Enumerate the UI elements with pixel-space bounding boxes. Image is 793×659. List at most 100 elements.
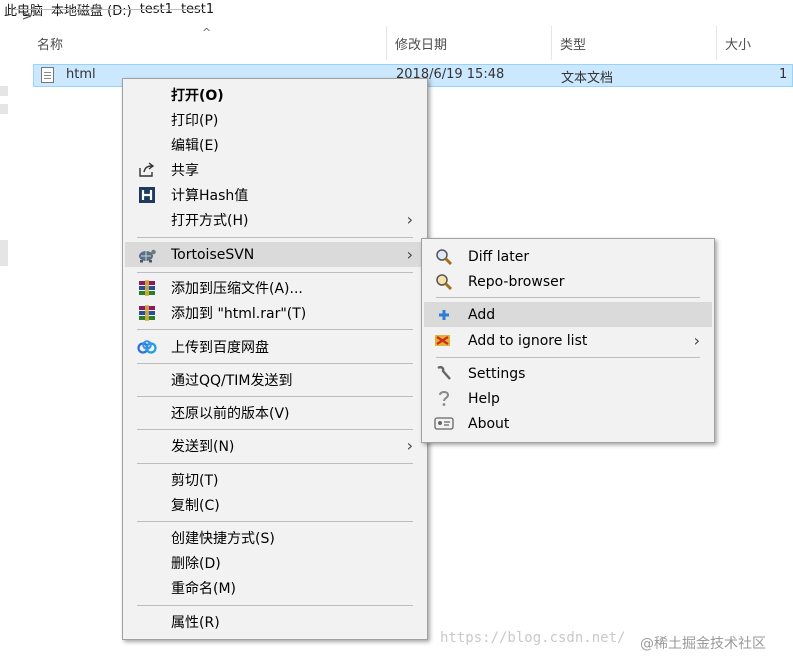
menu-cut-label: 剪切(T) bbox=[171, 472, 219, 489]
add-plus-icon bbox=[434, 306, 454, 323]
menu-baidu-upload[interactable]: 上传到百度网盘 bbox=[125, 334, 425, 359]
submenu-add-to-ignore[interactable]: Add to ignore list › bbox=[424, 328, 712, 353]
submenu-diff-later[interactable]: Diff later bbox=[424, 244, 712, 269]
submenu-help[interactable]: Help bbox=[424, 386, 712, 411]
about-card-icon bbox=[434, 415, 454, 432]
submenu-help-label: Help bbox=[468, 390, 500, 407]
menu-separator bbox=[137, 605, 413, 606]
help-question-icon bbox=[434, 390, 454, 407]
submenu-settings[interactable]: Settings bbox=[424, 361, 712, 386]
menu-separator bbox=[436, 357, 700, 358]
menu-add-to-archive-label: 添加到压缩文件(A)... bbox=[171, 280, 303, 297]
column-header-size-label: 大小 bbox=[725, 37, 752, 53]
menu-open-with-label: 打开方式(H) bbox=[171, 212, 249, 229]
submenu-about-label: About bbox=[468, 415, 510, 432]
ignore-list-icon bbox=[434, 332, 454, 349]
menu-separator bbox=[137, 237, 413, 238]
menu-send-via-qq[interactable]: 通过QQ/TIM发送到 bbox=[125, 367, 425, 392]
menu-properties[interactable]: 属性(R) bbox=[125, 609, 425, 634]
menu-separator bbox=[137, 521, 413, 522]
winrar-books-icon bbox=[137, 304, 157, 321]
menu-rename-label: 重命名(M) bbox=[171, 580, 237, 597]
submenu-repo-browser[interactable]: Repo-browser bbox=[424, 269, 712, 294]
menu-properties-label: 属性(R) bbox=[171, 614, 220, 631]
submenu-add-to-ignore-label: Add to ignore list bbox=[468, 332, 588, 349]
context-menu: 打开(O) 打印(P) 编辑(E) 共享 计算Hash值 打开方式(H) › T… bbox=[122, 78, 428, 640]
column-header-row: ^ 名称 修改日期 类型 大小 bbox=[0, 26, 793, 60]
menu-separator bbox=[137, 272, 413, 273]
breadcrumb-separator-icon[interactable]: > bbox=[14, 8, 205, 23]
column-header-modified[interactable]: 修改日期 bbox=[386, 26, 551, 60]
menu-open-label: 打开(O) bbox=[171, 87, 224, 104]
text-file-icon bbox=[41, 67, 54, 83]
column-header-name[interactable]: 名称 bbox=[29, 26, 386, 60]
menu-share-label: 共享 bbox=[171, 162, 199, 179]
file-size: 1 bbox=[779, 67, 788, 82]
menu-hash[interactable]: 计算Hash值 bbox=[125, 182, 425, 207]
menu-edit-label: 编辑(E) bbox=[171, 137, 219, 154]
menu-restore-versions[interactable]: 还原以前的版本(V) bbox=[125, 400, 425, 425]
menu-print-label: 打印(P) bbox=[171, 112, 219, 129]
menu-copy[interactable]: 复制(C) bbox=[125, 492, 425, 517]
menu-tortoisesvn[interactable]: TortoiseSVN › bbox=[125, 242, 425, 267]
column-header-modified-label: 修改日期 bbox=[395, 37, 448, 53]
menu-add-to-archive[interactable]: 添加到压缩文件(A)... bbox=[125, 275, 425, 300]
submenu-settings-label: Settings bbox=[468, 365, 526, 382]
watermark-community: @稀土掘金技术社区 bbox=[640, 636, 766, 652]
column-header-size[interactable]: 大小 bbox=[716, 26, 793, 60]
settings-wrench-icon bbox=[434, 365, 454, 382]
chevron-right-icon: › bbox=[693, 331, 700, 350]
menu-create-shortcut[interactable]: 创建快捷方式(S) bbox=[125, 525, 425, 550]
column-header-name-label: 名称 bbox=[37, 37, 64, 53]
menu-hash-label: 计算Hash值 bbox=[171, 187, 249, 204]
chevron-right-icon: › bbox=[406, 210, 413, 229]
menu-separator bbox=[436, 297, 700, 298]
menu-add-to-rar[interactable]: 添加到 "html.rar"(T) bbox=[125, 300, 425, 325]
menu-tortoisesvn-label: TortoiseSVN bbox=[171, 246, 255, 263]
submenu-add[interactable]: Add bbox=[424, 302, 712, 327]
menu-copy-label: 复制(C) bbox=[171, 497, 220, 514]
chevron-right-icon: › bbox=[406, 436, 413, 455]
menu-add-to-rar-label: 添加到 "html.rar"(T) bbox=[171, 305, 307, 322]
menu-separator bbox=[137, 463, 413, 464]
file-name: html bbox=[66, 67, 96, 82]
submenu-diff-later-label: Diff later bbox=[468, 248, 530, 265]
menu-send-to-label: 发送到(N) bbox=[171, 438, 235, 455]
submenu-about[interactable]: About bbox=[424, 411, 712, 436]
column-header-type-label: 类型 bbox=[560, 37, 587, 53]
baidu-cloud-icon bbox=[137, 338, 157, 355]
menu-baidu-upload-label: 上传到百度网盘 bbox=[171, 339, 269, 356]
menu-delete[interactable]: 删除(D) bbox=[125, 550, 425, 575]
menu-send-to[interactable]: 发送到(N) › bbox=[125, 433, 425, 458]
breadcrumb: 此电脑 > 本地磁盘 (D:) > test1 > test1 bbox=[0, 0, 218, 23]
menu-separator bbox=[137, 363, 413, 364]
column-header-type[interactable]: 类型 bbox=[551, 26, 716, 60]
menu-separator bbox=[137, 329, 413, 330]
menu-separator bbox=[137, 429, 413, 430]
submenu-repo-browser-label: Repo-browser bbox=[468, 273, 565, 290]
file-type: 文本文档 bbox=[561, 71, 614, 86]
watermark-url: https://blog.csdn.net/ bbox=[440, 630, 626, 646]
nav-pane-selected-marker[interactable] bbox=[0, 240, 8, 266]
repo-browser-icon bbox=[434, 273, 454, 290]
menu-edit[interactable]: 编辑(E) bbox=[125, 132, 425, 157]
menu-print[interactable]: 打印(P) bbox=[125, 107, 425, 132]
submenu-add-label: Add bbox=[468, 306, 496, 323]
menu-open[interactable]: 打开(O) bbox=[125, 82, 425, 107]
tortoisesvn-submenu: Diff later Repo-browser Add Add to ignor… bbox=[421, 238, 715, 443]
share-icon bbox=[137, 161, 157, 178]
menu-rename[interactable]: 重命名(M) bbox=[125, 575, 425, 600]
chevron-right-icon: › bbox=[406, 245, 413, 264]
menu-restore-versions-label: 还原以前的版本(V) bbox=[171, 405, 290, 422]
menu-open-with[interactable]: 打开方式(H) › bbox=[125, 207, 425, 232]
winrar-books-icon bbox=[137, 279, 157, 296]
nav-pane-pin-icon[interactable] bbox=[0, 104, 8, 114]
magnifier-icon bbox=[434, 248, 454, 265]
menu-send-via-qq-label: 通过QQ/TIM发送到 bbox=[171, 372, 293, 389]
nav-pane-pin-icon[interactable] bbox=[0, 86, 8, 96]
tortoise-icon bbox=[137, 246, 157, 263]
menu-cut[interactable]: 剪切(T) bbox=[125, 467, 425, 492]
hash-h-icon bbox=[137, 186, 157, 203]
menu-create-shortcut-label: 创建快捷方式(S) bbox=[171, 530, 275, 547]
menu-share[interactable]: 共享 bbox=[125, 157, 425, 182]
